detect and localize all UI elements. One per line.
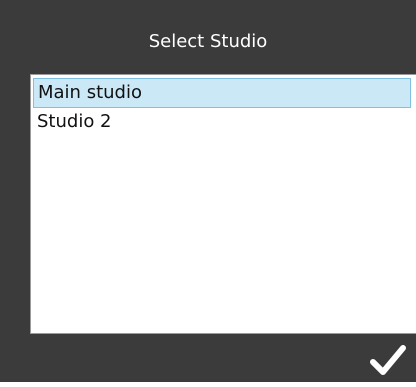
- checkmark-icon: [370, 345, 406, 375]
- studio-list[interactable]: Main studio Studio 2: [30, 74, 416, 334]
- confirm-button[interactable]: [364, 334, 416, 382]
- list-item-studio-2[interactable]: Studio 2: [33, 108, 411, 138]
- list-item-main-studio[interactable]: Main studio: [33, 78, 411, 108]
- select-studio-dialog: Select Studio Main studio Studio 2: [0, 0, 416, 382]
- dialog-title: Select Studio: [148, 31, 268, 52]
